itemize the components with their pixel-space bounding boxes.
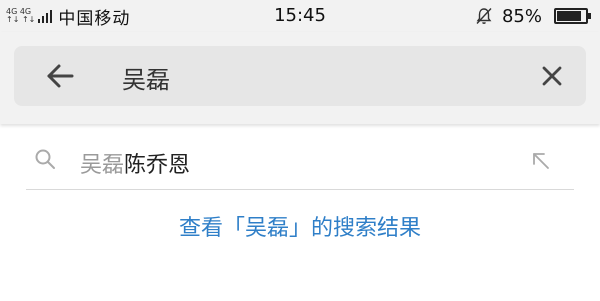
suggestion-rest: 陈乔恩 bbox=[124, 153, 191, 178]
suggestion-match: 吴磊 bbox=[80, 153, 125, 178]
battery-fill bbox=[557, 11, 581, 21]
search-input[interactable]: 吴磊 bbox=[122, 60, 170, 95]
clear-icon[interactable] bbox=[538, 62, 566, 90]
search-header: 吴磊 bbox=[0, 32, 600, 124]
battery-icon bbox=[554, 8, 591, 24]
view-search-results-link[interactable]: 查看「吴磊」的搜索结果 bbox=[0, 210, 600, 242]
fill-query-arrow-icon[interactable] bbox=[530, 150, 552, 172]
suggestion-text: 吴磊陈乔恩 bbox=[80, 147, 190, 179]
status-right: 85% bbox=[474, 0, 591, 32]
battery-percent: 85% bbox=[501, 5, 542, 27]
status-bar: 4G 4G ↑↓ ↑↓ 中国移动 15:45 85% bbox=[0, 0, 600, 32]
alarm-off-icon bbox=[476, 8, 492, 24]
search-box: 吴磊 bbox=[14, 46, 586, 106]
back-arrow-icon[interactable] bbox=[44, 60, 76, 92]
search-icon bbox=[35, 149, 55, 169]
divider bbox=[26, 189, 574, 190]
suggestion-item[interactable]: 吴磊陈乔恩 bbox=[0, 130, 600, 190]
